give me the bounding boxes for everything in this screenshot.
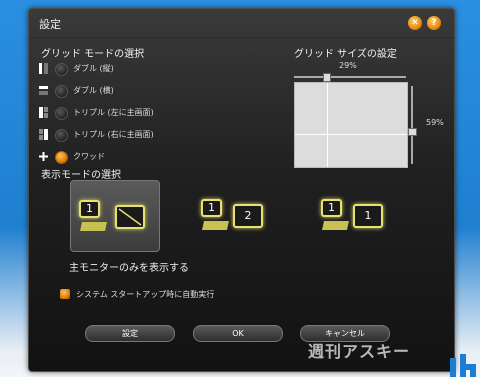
grid-quad-icon (39, 151, 48, 162)
grid-triple-left-icon (39, 107, 48, 118)
display-mode-heading: 表示モードの選択 (41, 170, 121, 181)
startup-checkbox-label: システム スタートアップ時に自動実行 (76, 290, 215, 299)
horizontal-size-slider[interactable] (294, 73, 406, 82)
close-icon: ✕ (411, 18, 419, 28)
monitor-2-icon: 2 (233, 204, 263, 228)
startup-checkbox[interactable] (60, 289, 70, 299)
grid-preview (294, 82, 408, 168)
help-icon: ? (431, 18, 437, 28)
display-mode-extended[interactable]: 1 2 (195, 180, 275, 250)
close-button[interactable]: ✕ (408, 16, 422, 30)
vertical-size-slider[interactable] (408, 86, 417, 164)
publisher-logo-icon (450, 354, 476, 377)
radio-triple-right[interactable] (55, 129, 68, 142)
monitor-disabled-icon (115, 205, 145, 229)
monitor-1-clone-icon: 1 (353, 204, 383, 228)
horizontal-slider-thumb[interactable] (323, 73, 331, 82)
grid-preview-vertical-divider (327, 83, 328, 167)
grid-option-double-horizontal[interactable]: ダブル (横) (39, 84, 159, 98)
help-button[interactable]: ? (427, 16, 441, 30)
vertical-percent-label: 59% (426, 118, 444, 127)
title-bar: 設定 ✕ ? (29, 9, 454, 38)
monitor-1-icon: 1 (79, 200, 100, 218)
display-mode-caption: 主モニターのみを表示する (69, 263, 189, 274)
grid-option-label: クワッド (73, 152, 105, 161)
radio-double-vertical[interactable] (55, 63, 68, 76)
grid-option-quad[interactable]: クワッド (39, 150, 159, 164)
settings-dialog: 設定 ✕ ? グリッド モードの選択 ダブル (縦) ダブル (横) トリプル … (28, 8, 455, 372)
grid-option-label: トリプル (右に主画面) (73, 130, 154, 139)
grid-option-triple-right[interactable]: トリプル (右に主画面) (39, 128, 159, 142)
watermark-text: 週刊アスキー (308, 342, 411, 361)
set-button[interactable]: 設定 (85, 325, 175, 342)
grid-preview-horizontal-divider (295, 134, 407, 135)
monitor-1-icon: 1 (321, 199, 342, 217)
monitor-base-icon (80, 222, 107, 231)
display-mode-clone[interactable]: 1 1 (315, 180, 395, 250)
radio-double-horizontal[interactable] (55, 85, 68, 98)
grid-triple-right-icon (39, 129, 48, 140)
dialog-title: 設定 (39, 18, 61, 31)
grid-double-horizontal-icon (39, 85, 48, 96)
horizontal-percent-label: 29% (339, 61, 357, 70)
grid-mode-heading: グリッド モードの選択 (41, 49, 145, 60)
grid-double-vertical-icon (39, 63, 48, 74)
grid-option-double-vertical[interactable]: ダブル (縦) (39, 62, 159, 76)
monitor-1-icon: 1 (201, 199, 222, 217)
radio-triple-left[interactable] (55, 107, 68, 120)
monitor-base-icon (322, 221, 349, 230)
grid-option-label: ダブル (縦) (73, 64, 114, 73)
monitor-base-icon (202, 221, 229, 230)
grid-option-label: ダブル (横) (73, 86, 114, 95)
ok-button[interactable]: OK (193, 325, 283, 342)
radio-quad[interactable] (55, 151, 68, 164)
vertical-slider-thumb[interactable] (408, 128, 417, 136)
grid-size-heading: グリッド サイズの設定 (294, 49, 397, 60)
grid-option-label: トリプル (左に主画面) (73, 108, 154, 117)
display-mode-primary-only[interactable]: 1 (70, 180, 160, 252)
grid-option-triple-left[interactable]: トリプル (左に主画面) (39, 106, 159, 120)
